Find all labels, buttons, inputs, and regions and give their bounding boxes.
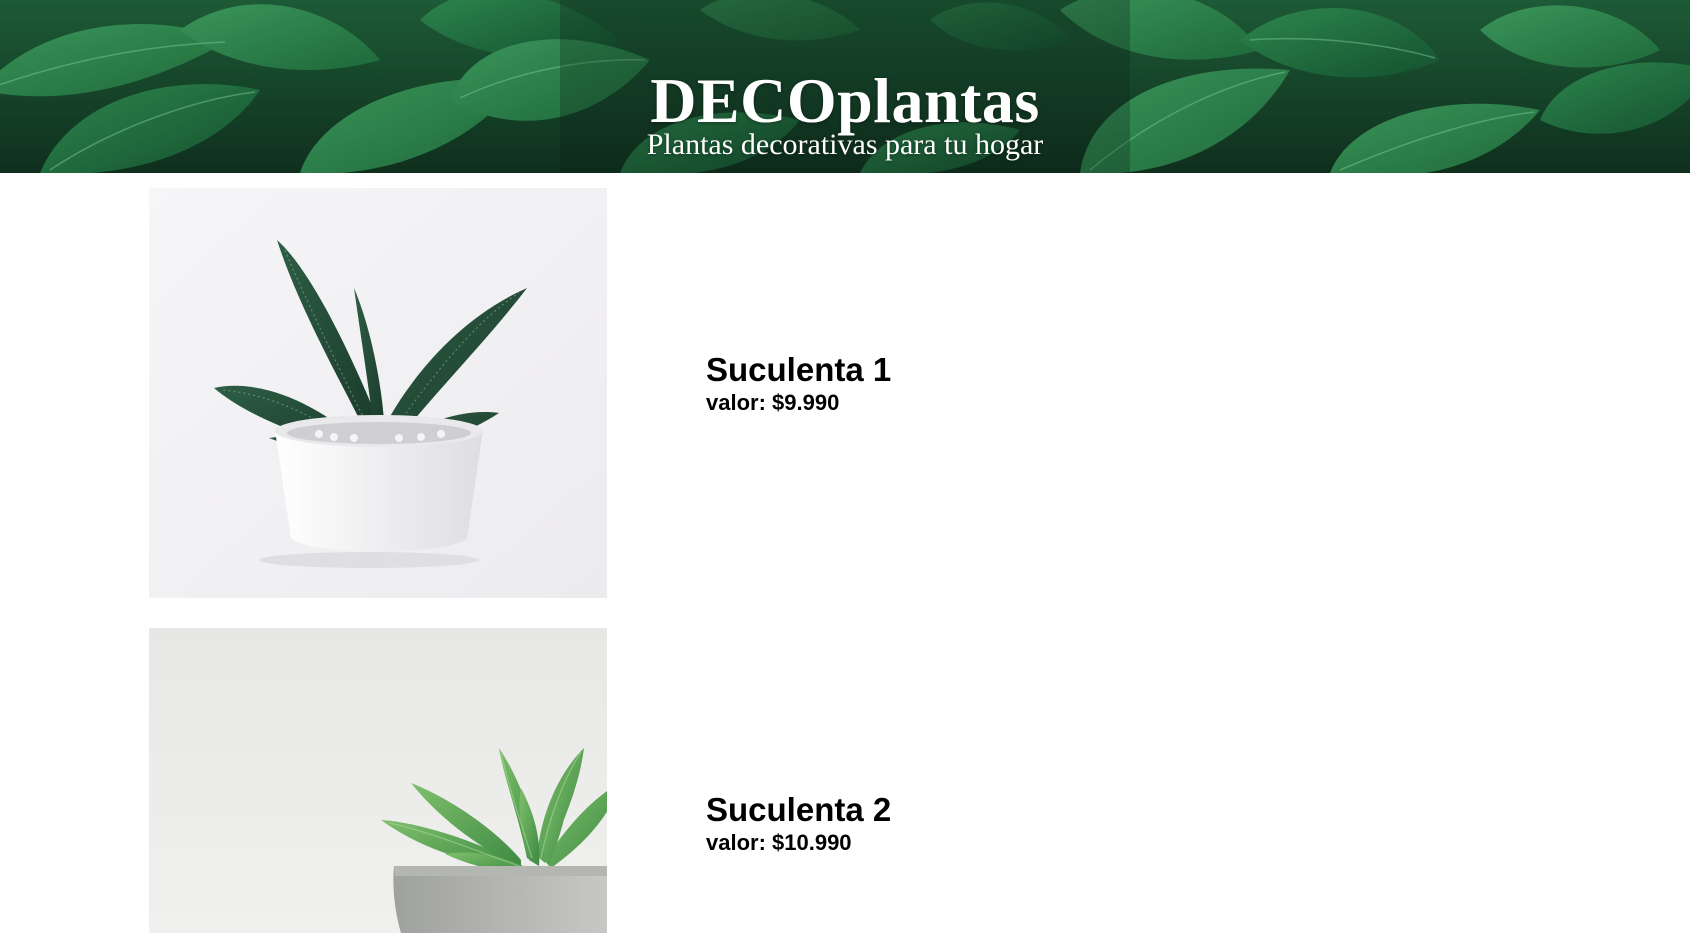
site-subtitle: Plantas decorativas para tu hogar: [646, 128, 1044, 161]
product-price: valor: $9.990: [706, 390, 840, 415]
product-price: valor: $10.990: [706, 830, 852, 855]
product-info: Suculenta 1 valor: $9.990: [706, 351, 891, 417]
product-name: Suculenta 2: [706, 791, 892, 828]
succulent-gray-pot-icon: [149, 628, 607, 933]
product-card: Suculenta 1 valor: $9.990: [149, 188, 1549, 598]
product-image: [149, 628, 607, 933]
header-banner: DECOplantas Plantas decorativas para tu …: [0, 0, 1690, 173]
product-card: Suculenta 2 valor: $10.990: [149, 628, 1549, 933]
product-image: [149, 188, 607, 598]
product-name: Suculenta 1: [706, 351, 892, 388]
product-info: Suculenta 2 valor: $10.990: [706, 791, 891, 857]
succulent-white-pot-icon: [149, 188, 607, 598]
